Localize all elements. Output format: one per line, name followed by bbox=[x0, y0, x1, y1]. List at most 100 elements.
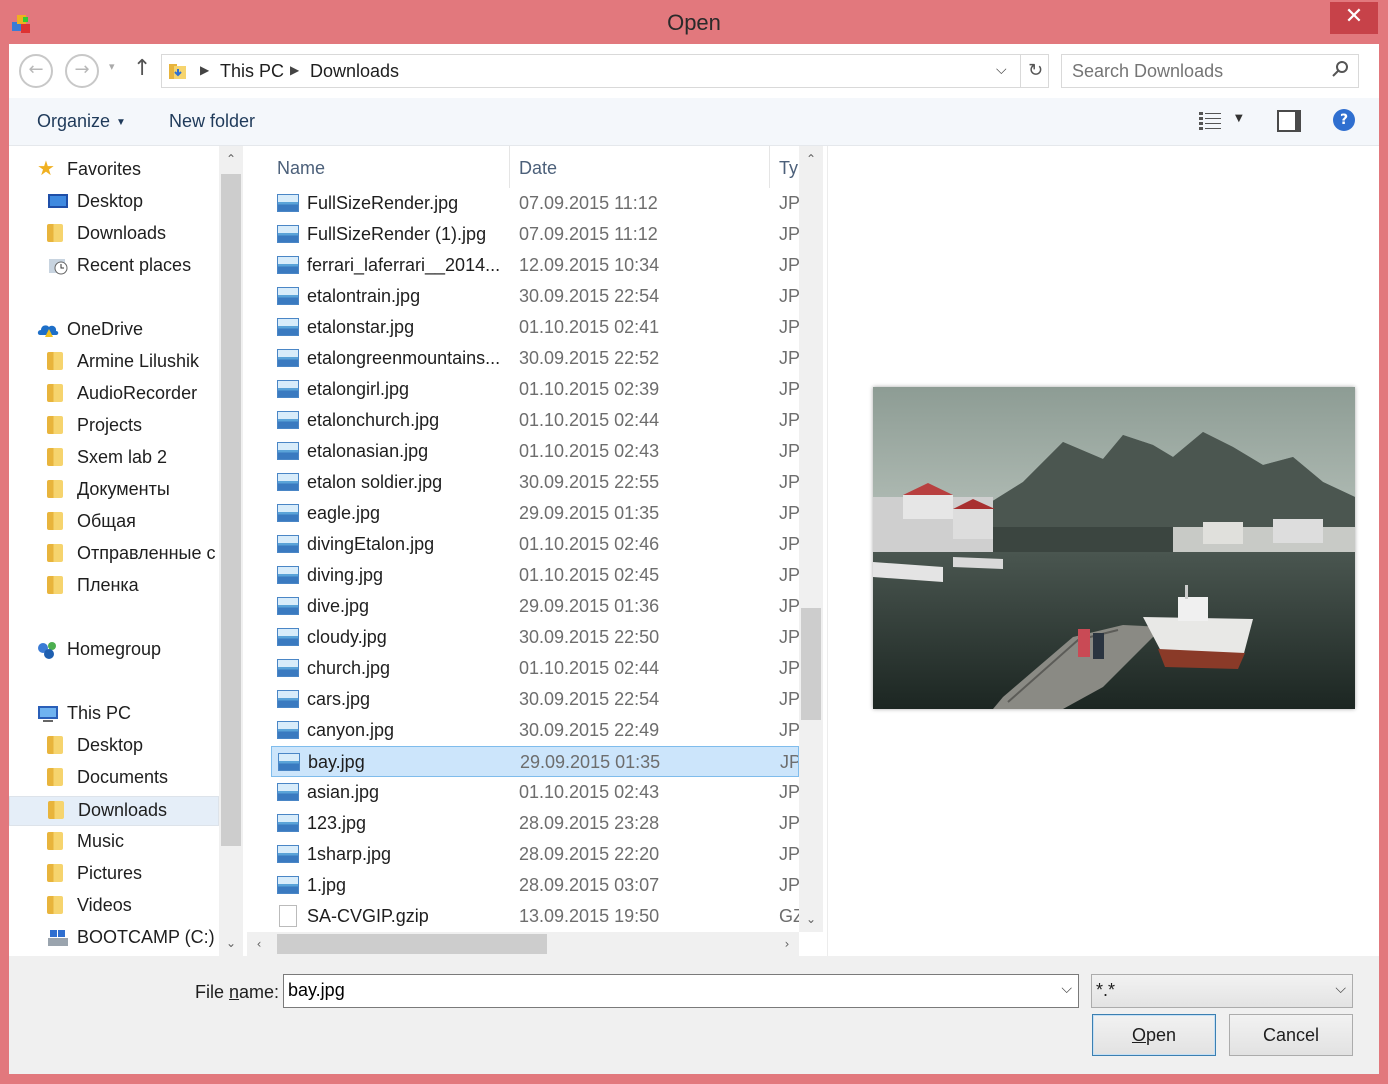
file-row[interactable]: etalonstar.jpg 01.10.2015 02:41 JPE bbox=[271, 312, 799, 343]
file-name: FullSizeRender (1).jpg bbox=[307, 224, 487, 244]
sidebar-item-отправленные-с[interactable]: Отправленные с bbox=[9, 540, 219, 570]
cancel-button[interactable]: Cancel bbox=[1229, 1014, 1353, 1056]
column-header-name[interactable]: Name bbox=[267, 146, 507, 188]
image-file-icon bbox=[277, 597, 299, 615]
scroll-left-icon[interactable]: ‹ bbox=[247, 931, 271, 956]
sidebar-item-общая[interactable]: Общая bbox=[9, 508, 219, 538]
sidebar-item-label: Homegroup bbox=[67, 639, 162, 659]
sidebar-item-documents[interactable]: Documents bbox=[9, 764, 219, 794]
file-row[interactable]: etalonchurch.jpg 01.10.2015 02:44 JPE bbox=[271, 405, 799, 436]
file-row[interactable]: dive.jpg 29.09.2015 01:36 JPE bbox=[271, 591, 799, 622]
change-view-icon[interactable] bbox=[1199, 111, 1221, 131]
sidebar-item-this-pc[interactable]: This PC bbox=[9, 700, 219, 730]
sidebar-item-armine-lilushik[interactable]: Armine Lilushik bbox=[9, 348, 219, 378]
file-type: JPE bbox=[779, 441, 799, 461]
search-input[interactable] bbox=[1072, 61, 1322, 82]
file-row[interactable]: etalon soldier.jpg 30.09.2015 22:55 JPE bbox=[271, 467, 799, 498]
file-row[interactable]: bay.jpg 29.09.2015 01:35 JPE bbox=[271, 746, 799, 777]
sidebar-item-bootcamp-c-[interactable]: BOOTCAMP (C:) bbox=[9, 924, 219, 954]
file-row[interactable]: FullSizeRender (1).jpg 07.09.2015 11:12 JP… bbox=[271, 219, 799, 250]
folder-icon bbox=[47, 480, 63, 498]
forward-button[interactable]: → bbox=[65, 54, 99, 88]
file-name-input[interactable] bbox=[288, 980, 1028, 1001]
file-type: JPE bbox=[779, 658, 799, 678]
sidebar-item-sxem-lab-2[interactable]: Sxem lab 2 bbox=[9, 444, 219, 474]
sidebar-item-downloads[interactable]: Downloads bbox=[9, 796, 219, 826]
breadcrumb-this-pc[interactable]: This PC bbox=[220, 61, 284, 82]
file-row[interactable]: 123.jpg 28.09.2015 23:28 JPE bbox=[271, 808, 799, 839]
search-box[interactable] bbox=[1061, 54, 1359, 88]
file-row[interactable]: asian.jpg 01.10.2015 02:43 JPE bbox=[271, 777, 799, 808]
close-button[interactable]: ✕ bbox=[1330, 2, 1378, 34]
sidebar-item-onedrive[interactable]: OneDrive bbox=[9, 316, 219, 346]
file-row[interactable]: 1.jpg 28.09.2015 03:07 JPE bbox=[271, 870, 799, 901]
sidebar-item-music[interactable]: Music bbox=[9, 828, 219, 858]
file-row[interactable]: etalontrain.jpg 30.09.2015 22:54 JPE bbox=[271, 281, 799, 312]
file-list-vertical-scrollbar[interactable]: ⌃ ⌄ bbox=[799, 146, 823, 932]
sidebar-item-recent-places[interactable]: Recent places bbox=[9, 252, 219, 282]
file-row[interactable]: cars.jpg 30.09.2015 22:54 JPE bbox=[271, 684, 799, 715]
up-button[interactable]: ↑ bbox=[133, 56, 151, 81]
nav-pane-scrollbar[interactable]: ⌃ ⌄ bbox=[219, 146, 243, 956]
file-row[interactable]: etalongreenmountains... 30.09.2015 22:52 J… bbox=[271, 343, 799, 374]
sidebar-item-desktop[interactable]: Desktop bbox=[9, 732, 219, 762]
scrollbar-thumb[interactable] bbox=[277, 934, 547, 954]
breadcrumb-downloads[interactable]: Downloads bbox=[310, 61, 399, 82]
open-button[interactable]: Open bbox=[1092, 1014, 1216, 1056]
file-date: 29.09.2015 01:35 bbox=[520, 752, 661, 772]
file-row[interactable]: FullSizeRender.jpg 07.09.2015 11:12 JPE bbox=[271, 188, 799, 219]
organize-button[interactable]: Organize ▼ bbox=[37, 111, 126, 132]
sidebar-item-downloads[interactable]: Downloads bbox=[9, 220, 219, 250]
back-button[interactable]: ← bbox=[19, 54, 53, 88]
sidebar-item-projects[interactable]: Projects bbox=[9, 412, 219, 442]
folder-icon bbox=[47, 576, 63, 594]
scroll-down-icon[interactable]: ⌄ bbox=[219, 930, 243, 956]
file-list-horizontal-scrollbar[interactable]: ‹ › bbox=[247, 932, 799, 956]
sidebar-item-pictures[interactable]: Pictures bbox=[9, 860, 219, 890]
file-row[interactable]: cloudy.jpg 30.09.2015 22:50 JPE bbox=[271, 622, 799, 653]
sidebar-item-документы[interactable]: Документы bbox=[9, 476, 219, 506]
file-row[interactable]: SA-CVGIP.gzip 13.09.2015 19:50 GZ bbox=[271, 901, 799, 932]
file-type: JPE bbox=[779, 255, 799, 275]
view-options-dropdown[interactable]: ▼ bbox=[1235, 113, 1243, 124]
file-row[interactable]: etalongirl.jpg 01.10.2015 02:39 JPE bbox=[271, 374, 799, 405]
recent-locations-dropdown[interactable]: ▾ bbox=[109, 60, 115, 73]
sidebar-item-desktop[interactable]: Desktop bbox=[9, 188, 219, 218]
sidebar-item-videos[interactable]: Videos bbox=[9, 892, 219, 922]
scroll-up-icon[interactable]: ⌃ bbox=[799, 146, 823, 172]
help-icon[interactable]: ? bbox=[1333, 109, 1355, 131]
file-row[interactable]: diving.jpg 01.10.2015 02:45 JPE bbox=[271, 560, 799, 591]
sidebar-item-homegroup[interactable]: Homegroup bbox=[9, 636, 219, 666]
file-row[interactable]: etalonasian.jpg 01.10.2015 02:43 JPE bbox=[271, 436, 799, 467]
image-file-icon bbox=[277, 535, 299, 553]
refresh-button[interactable]: ↻ bbox=[1020, 55, 1050, 87]
file-name: etalongirl.jpg bbox=[307, 379, 410, 399]
sidebar-item-пленка[interactable]: Пленка bbox=[9, 572, 219, 602]
chevron-down-icon[interactable]: ⌵ bbox=[996, 62, 1007, 78]
scrollbar-thumb[interactable] bbox=[801, 608, 821, 720]
preview-pane-icon[interactable] bbox=[1277, 110, 1301, 132]
file-name-combo[interactable]: ⌵ bbox=[283, 974, 1079, 1008]
command-bar: Organize ▼ New folder ▼ ? bbox=[9, 98, 1379, 146]
videos-folder-icon bbox=[47, 896, 63, 914]
file-row[interactable]: divingEtalon.jpg 01.10.2015 02:46 JPE bbox=[271, 529, 799, 560]
scroll-right-icon[interactable]: › bbox=[775, 931, 799, 956]
file-row[interactable]: ferrari_laferrari__2014... 12.09.2015 10:… bbox=[271, 250, 799, 281]
column-header-type[interactable]: Ty bbox=[769, 146, 799, 188]
file-row[interactable]: church.jpg 01.10.2015 02:44 JPE bbox=[271, 653, 799, 684]
new-folder-button[interactable]: New folder bbox=[169, 111, 255, 132]
scroll-up-icon[interactable]: ⌃ bbox=[219, 146, 243, 172]
file-type-select[interactable]: *.* ⌵ bbox=[1091, 974, 1353, 1008]
file-row[interactable]: canyon.jpg 30.09.2015 22:49 JPE bbox=[271, 715, 799, 746]
column-header-date[interactable]: Date bbox=[509, 146, 769, 188]
scroll-down-icon[interactable]: ⌄ bbox=[799, 906, 823, 932]
chevron-down-icon[interactable]: ⌵ bbox=[1061, 981, 1072, 997]
file-name: divingEtalon.jpg bbox=[307, 534, 435, 554]
address-bar[interactable]: ▶ This PC ▶ Downloads ⌵ ↻ bbox=[161, 54, 1049, 88]
sidebar-item-favorites[interactable]: ★ Favorites bbox=[9, 156, 219, 186]
pictures-folder-icon bbox=[47, 864, 63, 882]
file-row[interactable]: 1sharp.jpg 28.09.2015 22:20 JPE bbox=[271, 839, 799, 870]
sidebar-item-audiorecorder[interactable]: AudioRecorder bbox=[9, 380, 219, 410]
scrollbar-thumb[interactable] bbox=[221, 174, 241, 846]
file-row[interactable]: eagle.jpg 29.09.2015 01:35 JPE bbox=[271, 498, 799, 529]
